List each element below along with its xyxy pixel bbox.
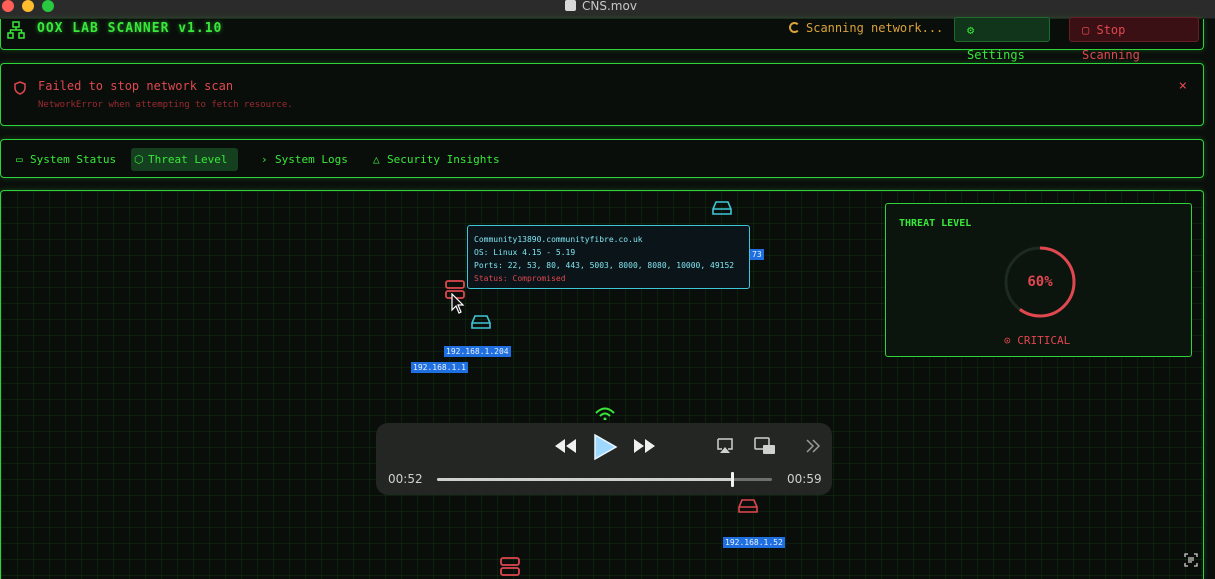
tab-system-status[interactable]: ▭ System Status (13, 148, 124, 171)
minimize-window-button[interactable] (22, 0, 34, 12)
tab-label: System Logs (275, 153, 348, 166)
tab-system-logs[interactable]: › System Logs (258, 148, 356, 171)
ip-label: 192.168.1.204 (444, 346, 511, 357)
warning-icon: △ (373, 153, 380, 166)
airplay-icon[interactable] (716, 438, 734, 454)
spinner-icon (789, 22, 800, 33)
live-text-icon[interactable] (1184, 553, 1198, 567)
close-alert-button[interactable]: × (1179, 78, 1187, 94)
ip-label: 192.168.1.1 (411, 362, 468, 373)
tooltip-ports: Ports: 22, 53, 80, 443, 5003, 8000, 8080… (474, 261, 735, 270)
scrubber-fill (437, 478, 732, 481)
ip-label: 192.168.1.52 (723, 537, 785, 548)
tooltip-status: Status: Compromised (474, 274, 566, 283)
severity-label: ⊙ CRITICAL (1004, 334, 1070, 347)
chevron-double-right-icon[interactable] (805, 438, 821, 454)
scrubber-handle[interactable] (730, 472, 734, 487)
network-map: 192.168.1.204 192.168.1.1 192.168.1.52 7… (0, 190, 1204, 579)
app-title: OOX LAB SCANNER v1.10 (37, 21, 223, 36)
tab-label: Security Insights (387, 153, 500, 166)
settings-button[interactable]: ⚙ Settings (954, 17, 1050, 62)
tab-threat-level[interactable]: ⬡ Threat Level (131, 148, 238, 171)
scan-status-text: Scanning network... (806, 21, 944, 35)
alert-circle-icon: ⊙ (1004, 334, 1011, 347)
threat-level-title: THREAT LEVEL (899, 218, 972, 229)
threat-level-card: THREAT LEVEL 60% ⊙ CRITICAL (885, 203, 1192, 357)
threat-percent: 60% (1027, 274, 1053, 290)
wifi-node-icon[interactable] (594, 406, 616, 420)
server-node-icon[interactable] (500, 557, 520, 577)
fast-forward-button[interactable] (632, 438, 656, 454)
stop-label: Stop Scanning (1082, 23, 1140, 62)
document-icon (565, 0, 576, 11)
tab-bar: ▭ System Status ⬡ Threat Level › System Log… (0, 139, 1204, 178)
shield-icon: ⬡ (134, 153, 144, 166)
current-time: 00:52 (388, 472, 423, 486)
mouse-cursor-icon (451, 293, 465, 314)
rewind-button[interactable] (554, 438, 578, 454)
scrubber-track[interactable] (437, 472, 772, 487)
severity-text: CRITICAL (1017, 334, 1071, 347)
stop-square-icon: ▢ (1082, 23, 1090, 37)
window-title-text: CNS.mov (582, 0, 637, 13)
ip-label: 73 (750, 249, 764, 260)
scan-status: Scanning network... (789, 21, 943, 35)
tooltip-hostname: Community13890.communityfibre.co.uk (474, 235, 643, 244)
picture-in-picture-icon[interactable] (754, 437, 776, 455)
zoom-window-button[interactable] (42, 0, 54, 12)
window-title: CNS.mov (565, 0, 637, 12)
terminal-icon: › (261, 153, 268, 166)
router-node-icon[interactable] (471, 314, 491, 330)
tooltip-os: OS: Linux 4.15 - 5.19 (474, 248, 576, 257)
close-window-button[interactable] (2, 0, 14, 12)
network-icon (7, 21, 25, 39)
alert-message: NetworkError when attempting to fetch re… (38, 100, 293, 110)
settings-label: Settings (967, 48, 1025, 62)
video-player-controls: 00:52 00:59 (376, 423, 832, 495)
router-node-icon[interactable] (712, 200, 732, 216)
duration: 00:59 (787, 472, 822, 486)
alert-title: Failed to stop network scan (38, 79, 234, 93)
router-node-icon[interactable] (738, 498, 758, 514)
gear-icon: ⚙ (967, 23, 975, 37)
error-alert: Failed to stop network scan NetworkError… (0, 63, 1204, 126)
tab-security-insights[interactable]: △ Security Insights (370, 148, 508, 171)
tab-label: System Status (30, 153, 117, 166)
shield-alert-icon (14, 81, 26, 95)
tab-label: Threat Level (148, 153, 228, 166)
monitor-icon: ▭ (16, 153, 23, 166)
play-button[interactable] (592, 433, 618, 461)
app-header: OOX LAB SCANNER v1.10 Scanning network..… (0, 17, 1204, 62)
stop-scanning-button[interactable]: ▢ Stop Scanning (1069, 17, 1199, 62)
host-tooltip: Community13890.communityfibre.co.uk OS: … (467, 225, 750, 289)
